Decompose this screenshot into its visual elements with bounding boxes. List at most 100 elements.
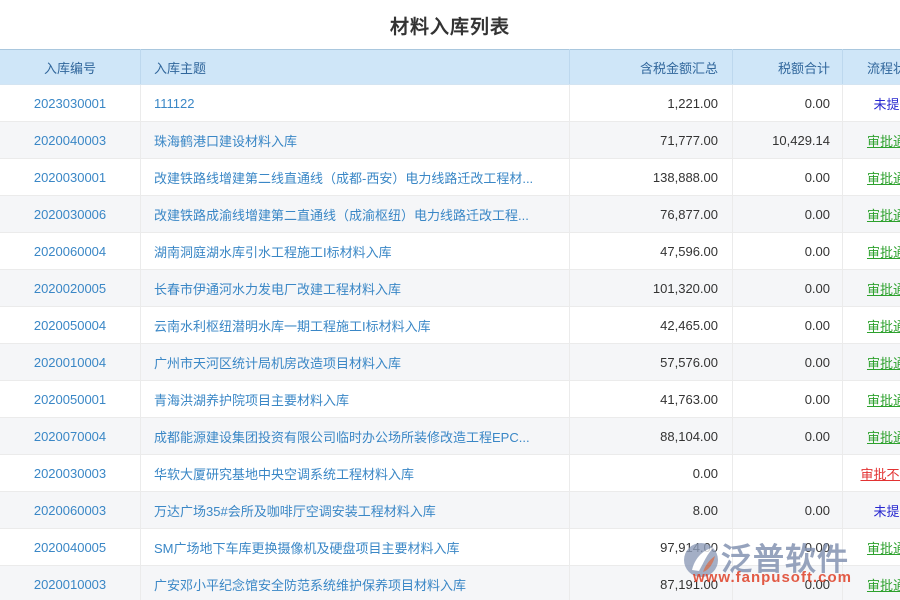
inbound-id-cell: 2020030006 [0, 196, 141, 233]
inbound-subject-cell: 万达广场35#会所及咖啡厅空调安装工程材料入库 [141, 492, 570, 529]
inbound-subject-link[interactable]: 成都能源建设集团投资有限公司临时办公场所装修改造工程EPC... [154, 430, 530, 445]
flow-status-cell: 审批通过 [843, 159, 900, 196]
flow-status-link[interactable]: 审批通过 [867, 430, 900, 445]
flow-status-link[interactable]: 审批通过 [867, 282, 900, 297]
tax-total-cell: 10,429.14 [733, 122, 843, 159]
inbound-subject-cell: SM广场地下车库更换摄像机及硬盘项目主要材料入库 [141, 529, 570, 566]
inbound-id-link[interactable]: 2020020005 [34, 281, 106, 296]
flow-status-link[interactable]: 未提交 [873, 97, 900, 112]
flow-status-link[interactable]: 审批通过 [867, 245, 900, 260]
inbound-subject-cell: 湖南洞庭湖水库引水工程施工I标材料入库 [141, 233, 570, 270]
inbound-id-link[interactable]: 2020050001 [34, 392, 106, 407]
inbound-id-cell: 2020050004 [0, 307, 141, 344]
inbound-id-cell: 2023030001 [0, 85, 141, 122]
table-header-row: 入库编号 入库主题 含税金额汇总 税额合计 流程状态 [0, 50, 900, 85]
flow-status-cell: 审批通过 [843, 381, 900, 418]
tax-total-cell: 0.00 [733, 529, 843, 566]
inbound-subject-link[interactable]: 湖南洞庭湖水库引水工程施工I标材料入库 [154, 245, 392, 260]
inbound-id-link[interactable]: 2020050004 [34, 318, 106, 333]
flow-status-link[interactable]: 审批通过 [867, 134, 900, 149]
tax-total-cell: 0.00 [733, 270, 843, 307]
inbound-id-link[interactable]: 2020030003 [34, 466, 106, 481]
column-header-amount-total: 含税金额汇总 [570, 50, 733, 85]
flow-status-cell: 未提交 [843, 85, 900, 122]
table-row: 2020040003珠海鹤港口建设材料入库71,777.0010,429.14审… [0, 122, 900, 159]
inbound-id-cell: 2020040003 [0, 122, 141, 159]
flow-status-link[interactable]: 审批通过 [867, 541, 900, 556]
tax-total-cell: 0.00 [733, 566, 843, 600]
inbound-id-cell: 2020030001 [0, 159, 141, 196]
inbound-id-link[interactable]: 2020060004 [34, 244, 106, 259]
page-title: 材料入库列表 [0, 0, 900, 49]
flow-status-link[interactable]: 未提交 [873, 504, 900, 519]
inbound-subject-cell: 华软大厦研究基地中央空调系统工程材料入库 [141, 455, 570, 492]
flow-status-link[interactable]: 审批通过 [867, 319, 900, 334]
column-header-inbound-id: 入库编号 [0, 50, 141, 85]
amount-total-cell: 0.00 [570, 455, 733, 492]
table-row: 2020010003广安邓小平纪念馆安全防范系统维护保养项目材料入库87,191… [0, 566, 900, 600]
inbound-id-cell: 2020010003 [0, 566, 141, 600]
inbound-id-cell: 2020070004 [0, 418, 141, 455]
table-row: 2020060003万达广场35#会所及咖啡厅空调安装工程材料入库8.000.0… [0, 492, 900, 529]
inbound-id-cell: 2020060003 [0, 492, 141, 529]
inbound-id-link[interactable]: 2020040003 [34, 133, 106, 148]
inbound-subject-link[interactable]: 长春市伊通河水力发电厂改建工程材料入库 [154, 282, 401, 297]
inbound-id-link[interactable]: 2020070004 [34, 429, 106, 444]
inbound-subject-cell: 成都能源建设集团投资有限公司临时办公场所装修改造工程EPC... [141, 418, 570, 455]
inbound-id-link[interactable]: 2020010003 [34, 577, 106, 592]
amount-total-cell: 57,576.00 [570, 344, 733, 381]
flow-status-cell: 审批通过 [843, 344, 900, 381]
flow-status-link[interactable]: 审批不通过 [860, 467, 900, 482]
flow-status-cell: 审批通过 [843, 122, 900, 159]
inbound-id-link[interactable]: 2020030006 [34, 207, 106, 222]
inbound-subject-link[interactable]: 万达广场35#会所及咖啡厅空调安装工程材料入库 [154, 504, 436, 519]
inbound-id-link[interactable]: 2020030001 [34, 170, 106, 185]
flow-status-link[interactable]: 审批通过 [867, 356, 900, 371]
inbound-subject-link[interactable]: 珠海鹤港口建设材料入库 [154, 134, 297, 149]
amount-total-cell: 47,596.00 [570, 233, 733, 270]
inbound-id-link[interactable]: 2020010004 [34, 355, 106, 370]
inbound-subject-link[interactable]: 云南水利枢纽潜明水库一期工程施工I标材料入库 [154, 319, 431, 334]
inbound-id-cell: 2020010004 [0, 344, 141, 381]
inbound-subject-link[interactable]: 广安邓小平纪念馆安全防范系统维护保养项目材料入库 [154, 578, 466, 593]
table-row: 2020050004云南水利枢纽潜明水库一期工程施工I标材料入库42,465.0… [0, 307, 900, 344]
column-header-tax-total: 税额合计 [733, 50, 843, 85]
tax-total-cell: 0.00 [733, 196, 843, 233]
inbound-subject-link[interactable]: SM广场地下车库更换摄像机及硬盘项目主要材料入库 [154, 541, 460, 556]
amount-total-cell: 97,914.00 [570, 529, 733, 566]
flow-status-cell: 审批通过 [843, 566, 900, 600]
flow-status-cell: 审批通过 [843, 196, 900, 233]
inbound-subject-cell: 青海洪湖养护院项目主要材料入库 [141, 381, 570, 418]
inbound-id-link[interactable]: 2023030001 [34, 96, 106, 111]
tax-total-cell: 0.00 [733, 307, 843, 344]
inbound-subject-link[interactable]: 改建铁路成渝线增建第二直通线（成渝枢纽）电力线路迁改工程... [154, 208, 529, 223]
table-row: 2020030003 华软大厦研究基地中央空调系统工程材料入库 0.00 审批不通过 [0, 455, 900, 492]
tax-total-cell: 0.00 [733, 344, 843, 381]
flow-status-link[interactable]: 审批通过 [867, 171, 900, 186]
flow-status-link[interactable]: 审批通过 [867, 393, 900, 408]
inbound-id-cell: 2020030003 [0, 455, 141, 492]
amount-total-cell: 101,320.00 [570, 270, 733, 307]
flow-status-cell: 审批通过 [843, 233, 900, 270]
table-row: 2020050001青海洪湖养护院项目主要材料入库41,763.000.00审批… [0, 381, 900, 418]
tax-total-cell: 0.00 [733, 492, 843, 529]
flow-status-cell: 审批通过 [843, 307, 900, 344]
flow-status-link[interactable]: 审批通过 [867, 208, 900, 223]
inbound-subject-link[interactable]: 青海洪湖养护院项目主要材料入库 [154, 393, 349, 408]
table-row: 2020030001 改建铁路线增建第二线直通线（成都-西安）电力线路迁改工程材.… [0, 159, 900, 196]
inbound-subject-cell: 云南水利枢纽潜明水库一期工程施工I标材料入库 [141, 307, 570, 344]
table-row: 2020070004 成都能源建设集团投资有限公司临时办公场所装修改造工程EPC.… [0, 418, 900, 455]
inbound-id-link[interactable]: 2020060003 [34, 503, 106, 518]
inbound-subject-link[interactable]: 华软大厦研究基地中央空调系统工程材料入库 [154, 467, 414, 482]
inbound-subject-link[interactable]: 111122 [154, 96, 195, 111]
flow-status-cell: 审批通过 [843, 270, 900, 307]
inbound-id-cell: 2020020005 [0, 270, 141, 307]
table-body: 20230300011111221,221.000.00未提交202004000… [0, 85, 900, 600]
inbound-subject-link[interactable]: 改建铁路线增建第二线直通线（成都-西安）电力线路迁改工程材... [154, 171, 533, 186]
inbound-subject-cell: 改建铁路成渝线增建第二直通线（成渝枢纽）电力线路迁改工程... [141, 196, 570, 233]
flow-status-cell: 审批通过 [843, 418, 900, 455]
amount-total-cell: 41,763.00 [570, 381, 733, 418]
inbound-subject-link[interactable]: 广州市天河区统计局机房改造项目材料入库 [154, 356, 401, 371]
inbound-id-link[interactable]: 2020040005 [34, 540, 106, 555]
flow-status-link[interactable]: 审批通过 [867, 578, 900, 593]
